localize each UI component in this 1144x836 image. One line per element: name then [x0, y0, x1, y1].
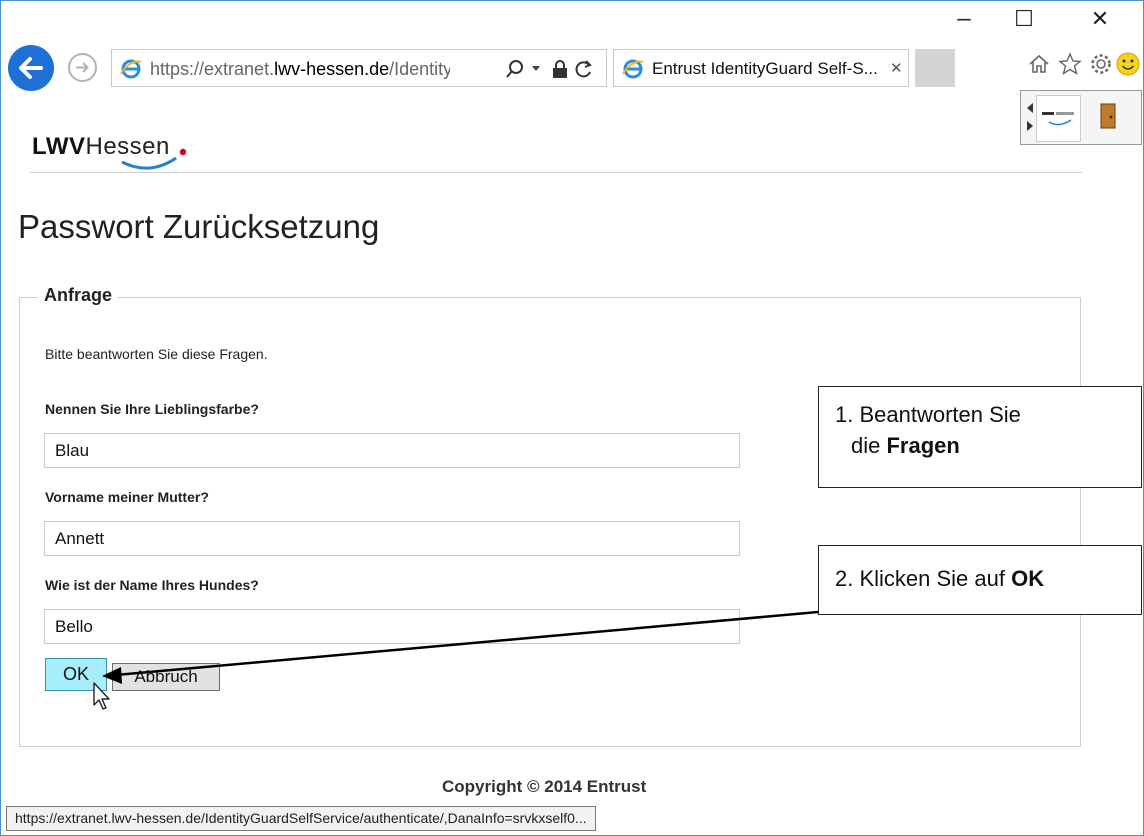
- address-url: https://extranet.lwv-hessen.de/IdentityG…: [150, 59, 450, 80]
- close-button[interactable]: ✕: [1080, 4, 1120, 34]
- status-bar-url: https://extranet.lwv-hessen.de/IdentityG…: [6, 806, 596, 831]
- mouse-pointer-icon: [93, 682, 110, 710]
- browser-tab[interactable]: Entrust IdentityGuard Self-S... ✕: [613, 49, 909, 87]
- refresh-icon[interactable]: [574, 59, 594, 79]
- lwv-logo-icon: [1042, 112, 1074, 126]
- logo-swoosh-icon: [121, 148, 187, 170]
- dropdown-icon[interactable]: [531, 65, 541, 73]
- ie-logo-icon: [622, 59, 644, 79]
- callout-step-2-bold: OK: [1011, 566, 1045, 591]
- fieldset-legend: Anfrage: [38, 285, 119, 306]
- copyright-text: Copyright © 2014 Entrust: [442, 777, 647, 796]
- cancel-button[interactable]: Abbruch: [112, 663, 220, 691]
- answer-dog-name-input[interactable]: [44, 609, 740, 644]
- minimize-button[interactable]: –: [944, 4, 984, 34]
- callout-step-1-prefix: die: [851, 433, 887, 458]
- tab-title: Entrust IdentityGuard Self-S...: [652, 59, 878, 78]
- ie-logo-icon: [120, 59, 142, 79]
- page-title: Passwort Zurücksetzung: [18, 208, 380, 245]
- callout-step-1-line2: die Fragen: [835, 430, 1141, 461]
- lock-icon[interactable]: [552, 59, 568, 79]
- callout-step-2-prefix: 2. Klicken Sie auf: [835, 566, 1012, 591]
- url-prefix: https://extranet.: [150, 59, 275, 79]
- maximize-button[interactable]: ☐: [1004, 4, 1044, 34]
- callout-step-1-bold: Fragen: [886, 433, 960, 458]
- question-label-dog-name: Wie ist der Name Ihres Hundes?: [45, 577, 259, 593]
- plugin-toolbar: [1020, 90, 1142, 145]
- expand-arrows-icon[interactable]: [1025, 101, 1035, 133]
- minimize-icon: –: [957, 5, 971, 32]
- search-icon[interactable]: [505, 59, 525, 79]
- exit-door-icon[interactable]: [1097, 101, 1119, 131]
- lwv-logo-thumbnail[interactable]: [1036, 95, 1081, 142]
- callout-step-1: 1. Beantworten Sie die Fragen: [818, 386, 1142, 488]
- settings-gear-icon[interactable]: [1089, 52, 1113, 76]
- back-arrow-icon: [19, 57, 43, 79]
- maximize-icon: ☐: [1014, 6, 1034, 31]
- forward-arrow-icon: [76, 62, 89, 73]
- favorites-star-icon[interactable]: [1058, 52, 1082, 76]
- callout-step-2: 2. Klicken Sie auf OK: [818, 545, 1142, 615]
- url-domain: lwv-hessen.de: [274, 59, 390, 79]
- url-path: /IdentityGuar: [389, 59, 450, 79]
- answer-mother-name-input[interactable]: [44, 521, 740, 556]
- instruction-text: Bitte beantworten Sie diese Fragen.: [45, 346, 268, 362]
- new-tab-button[interactable]: [915, 49, 955, 87]
- home-icon[interactable]: [1028, 53, 1050, 75]
- tab-close-icon[interactable]: ✕: [890, 59, 903, 77]
- back-button[interactable]: [8, 45, 54, 91]
- smiley-feedback-icon[interactable]: [1115, 51, 1141, 77]
- callout-step-1-line1: 1. Beantworten Sie: [835, 402, 1021, 427]
- forward-button[interactable]: [68, 53, 97, 82]
- header-divider: [30, 172, 1082, 173]
- question-label-mother-name: Vorname meiner Mutter?: [45, 489, 209, 505]
- logo-bold-text: LWV: [32, 133, 86, 160]
- address-bar[interactable]: https://extranet.lwv-hessen.de/IdentityG…: [111, 49, 607, 87]
- answer-favorite-color-input[interactable]: [44, 433, 740, 468]
- question-label-favorite-color: Nennen Sie Ihre Lieblingsfarbe?: [45, 401, 259, 417]
- close-icon: ✕: [1090, 6, 1110, 31]
